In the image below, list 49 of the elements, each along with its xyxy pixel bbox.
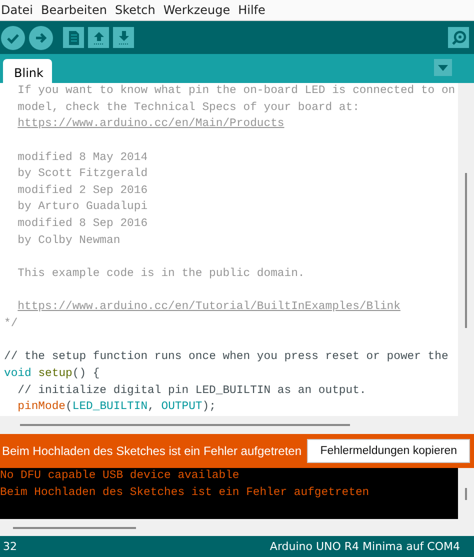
code-comment: modified 8 Sep 2016 <box>18 218 148 230</box>
upload-button[interactable] <box>29 26 53 50</box>
console-line: No DFU capable USB device available <box>0 468 240 484</box>
code-keyword: void <box>4 368 32 380</box>
sketch-tab[interactable]: Blink <box>3 59 52 83</box>
code-constant: LED_BUILTIN <box>72 401 148 414</box>
serial-monitor-button[interactable] <box>448 27 469 48</box>
code-comment: This example code is in the public domain. <box>18 268 305 280</box>
menu-item[interactable]: Sketch <box>114 3 156 17</box>
verify-button[interactable] <box>1 26 25 50</box>
arrow-up-icon <box>92 30 106 46</box>
copy-errors-button[interactable]: Fehlermeldungen kopieren <box>307 439 470 463</box>
error-message: Beim Hochladen des Sketches ist ein Fehler aufgetreten <box>2 444 303 458</box>
code-comment: */ <box>4 318 18 330</box>
arrow-down-icon <box>116 30 130 46</box>
code-comment: modified 8 May 2014 <box>18 152 148 164</box>
scrollbar-thumb[interactable] <box>465 173 467 328</box>
code-comment: by Colby Newman <box>18 234 120 247</box>
scrollbar-thumb[interactable] <box>465 488 467 500</box>
new-sketch-button[interactable] <box>63 27 84 48</box>
document-icon <box>66 30 80 46</box>
code-comment: by Arturo Guadalupi <box>18 201 148 214</box>
menu-item[interactable]: Werkzeuge <box>163 3 230 17</box>
code-comment: If you want to know what pin the on-board LED is connected to on <box>18 85 456 97</box>
code-text: ( <box>66 401 72 414</box>
line-number: 32 <box>3 540 17 553</box>
scrollbar-thumb[interactable] <box>13 526 136 528</box>
code-text: , <box>148 401 156 414</box>
code-text: () { <box>72 368 100 380</box>
code-constant: OUTPUT <box>161 401 202 414</box>
code-comment: by Scott Fitzgerald <box>18 168 148 180</box>
scrollbar-thumb[interactable] <box>20 424 350 426</box>
open-button[interactable] <box>88 27 109 48</box>
menu-item[interactable]: Hilfe <box>238 3 266 17</box>
code-comment: modified 2 Sep 2016 <box>18 184 148 197</box>
save-button[interactable] <box>113 27 134 48</box>
menu-item[interactable]: Bearbeiten <box>41 3 107 17</box>
code-comment: // the setup function runs once when you press reset or power the <box>4 351 448 364</box>
tab-menu-button[interactable] <box>434 59 452 76</box>
code-comment: model, check the Technical Specs of your board at: <box>18 102 360 114</box>
board-port-label: Arduino UNO R4 Minima auf COM4 <box>270 540 460 553</box>
caret-icon <box>438 64 448 70</box>
code-comment: // initialize digital pin LED_BUILTIN as an output. <box>18 384 366 397</box>
menu-item[interactable]: Datei <box>1 3 34 17</box>
code-text: ); <box>202 401 216 414</box>
magnifier-icon <box>450 28 468 46</box>
console-line: Beim Hochladen des Sketches ist ein Fehler aufgetreten <box>0 486 370 501</box>
code-function: setup <box>38 368 72 380</box>
code-function: pinMode <box>18 401 66 414</box>
